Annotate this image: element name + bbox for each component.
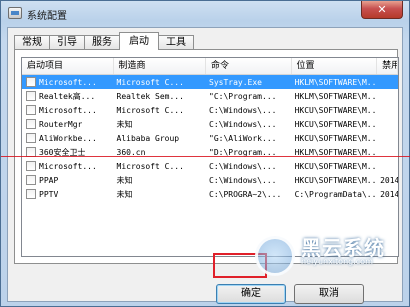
manufacturer-cell: Realtek Sem... bbox=[116, 91, 184, 101]
command-cell: C:\Windows\... bbox=[209, 161, 277, 171]
manufacturer-cell: 未知 bbox=[116, 175, 133, 185]
enable-checkbox[interactable] bbox=[26, 105, 36, 115]
list-rows: Microsoft... Microsoft C... SysTray.Exe HKL… bbox=[22, 75, 398, 201]
location-cell: HKCU\SOFTWARE\M... bbox=[294, 119, 378, 129]
table-row[interactable]: Microsoft... Microsoft C... C:\Windows\...… bbox=[22, 103, 398, 117]
list-header: 启动项目 制造商 命令 位置 禁用日 bbox=[22, 58, 398, 75]
startup-item-name: Microsoft... bbox=[39, 77, 97, 87]
title-bar[interactable]: 系统配置 ✕ bbox=[1, 1, 409, 26]
cancel-button[interactable]: 取消 bbox=[294, 284, 364, 304]
startup-item-cell: Microsoft... bbox=[22, 77, 114, 87]
enable-checkbox[interactable] bbox=[26, 189, 36, 199]
manufacturer-cell: 未知 bbox=[116, 189, 133, 199]
manufacturer-cell: Microsoft C... bbox=[116, 105, 184, 115]
system-config-window: 系统配置 ✕ 常规 引导 服务 启动 工具 启动项目 制造商 命令 位置 禁用日… bbox=[0, 0, 410, 307]
table-row[interactable]: Realtek高... Realtek Sem... "C:\Program... H… bbox=[22, 89, 398, 103]
column-header-command[interactable]: 命令 bbox=[206, 58, 292, 74]
command-cell: C:\Windows\... bbox=[209, 175, 277, 185]
table-row[interactable]: Microsoft... Microsoft C... SysTray.Exe HKL… bbox=[22, 75, 398, 89]
startup-item-cell: Microsoft... bbox=[22, 161, 114, 171]
enable-checkbox[interactable] bbox=[26, 133, 36, 143]
enable-checkbox[interactable] bbox=[26, 91, 36, 101]
command-cell: "G:\AliWork... bbox=[209, 133, 277, 143]
startup-item-name: PPAP bbox=[39, 175, 59, 185]
enable-checkbox[interactable] bbox=[26, 175, 36, 185]
disabled-date-cell: 2014/ bbox=[380, 175, 398, 185]
startup-item-cell: PPTV bbox=[22, 189, 114, 199]
command-cell: C:\Windows\... bbox=[209, 119, 277, 129]
startup-item-cell: Microsoft... bbox=[22, 105, 114, 115]
watermark: 黑云系统 heiyunxitong.com bbox=[253, 230, 410, 278]
column-header-disabled-date[interactable]: 禁用日 bbox=[377, 58, 398, 74]
tab-boot[interactable]: 引导 bbox=[49, 35, 85, 50]
enable-checkbox[interactable] bbox=[26, 119, 36, 129]
location-cell: HKCU\SOFTWARE\M... bbox=[294, 133, 378, 143]
location-cell: HKCU\SOFTWARE\M... bbox=[294, 161, 378, 171]
command-cell: C:\PROGRA~2\... bbox=[209, 189, 282, 199]
tab-strip: 常规 引导 服务 启动 工具 bbox=[14, 32, 194, 50]
location-cell: HKLM\SOFTWARE\M... bbox=[294, 91, 378, 101]
location-cell: HKCU\SOFTWARE\M... bbox=[294, 175, 378, 185]
column-header-item[interactable]: 启动项目 bbox=[22, 58, 114, 74]
table-row[interactable]: RouterMgr 未知 C:\Windows\... HKCU\SOFTWARE\M… bbox=[22, 117, 398, 131]
startup-item-name: Microsoft... bbox=[39, 161, 97, 171]
table-row[interactable]: PPAP 未知 C:\Windows\... HKCU\SOFTWARE\M... 20… bbox=[22, 173, 398, 187]
column-header-location[interactable]: 位置 bbox=[292, 58, 378, 74]
watermark-url: heiyunxitong.com bbox=[301, 257, 373, 266]
watermark-logo-icon bbox=[255, 236, 295, 276]
startup-item-cell: RouterMgr bbox=[22, 119, 114, 129]
table-row[interactable]: AliWorkbe... Alibaba Group "G:\AliWork... H… bbox=[22, 131, 398, 145]
column-header-maker[interactable]: 制造商 bbox=[114, 58, 206, 74]
startup-item-name: Realtek高... bbox=[39, 91, 96, 101]
manufacturer-cell: Microsoft C... bbox=[116, 77, 184, 87]
enable-checkbox[interactable] bbox=[26, 161, 36, 171]
startup-item-name: AliWorkbe... bbox=[39, 133, 97, 143]
system-config-icon bbox=[8, 7, 22, 19]
table-row[interactable]: PPTV 未知 C:\PROGRA~2\... C:\ProgramData\... 2… bbox=[22, 187, 398, 201]
startup-item-name: PPTV bbox=[39, 189, 59, 199]
startup-item-cell: AliWorkbe... bbox=[22, 133, 114, 143]
location-cell: HKLM\SOFTWARE\M... bbox=[294, 77, 378, 87]
command-cell: "C:\Program... bbox=[209, 91, 277, 101]
manufacturer-cell: Alibaba Group bbox=[116, 133, 180, 143]
startup-item-cell: PPAP bbox=[22, 175, 114, 185]
disabled-date-cell: 2014/ bbox=[380, 189, 398, 199]
tab-general[interactable]: 常规 bbox=[14, 35, 50, 50]
annotation-line bbox=[1, 156, 410, 157]
startup-item-name: Microsoft... bbox=[39, 105, 97, 115]
command-cell: C:\Windows\... bbox=[209, 105, 277, 115]
window-title: 系统配置 bbox=[27, 11, 67, 22]
tab-services[interactable]: 服务 bbox=[84, 35, 120, 50]
enable-checkbox[interactable] bbox=[26, 77, 36, 87]
manufacturer-cell: Microsoft C... bbox=[116, 161, 184, 171]
location-cell: HKCU\SOFTWARE\M... bbox=[294, 105, 378, 115]
location-cell: C:\ProgramData\... bbox=[294, 189, 378, 199]
startup-item-name: RouterMgr bbox=[39, 119, 83, 129]
close-button[interactable]: ✕ bbox=[361, 1, 403, 19]
tab-startup[interactable]: 启动 bbox=[119, 32, 159, 50]
tab-tools[interactable]: 工具 bbox=[158, 35, 194, 50]
manufacturer-cell: 未知 bbox=[116, 119, 133, 129]
startup-items-list[interactable]: 启动项目 制造商 命令 位置 禁用日 Microsoft...Microsoft… bbox=[21, 57, 399, 257]
ok-button[interactable]: 确定 bbox=[216, 284, 286, 304]
startup-item-cell: Realtek高... bbox=[22, 91, 114, 102]
table-row[interactable]: Microsoft... Microsoft C... C:\Windows\...… bbox=[22, 159, 398, 173]
command-cell: SysTray.Exe bbox=[209, 77, 262, 87]
